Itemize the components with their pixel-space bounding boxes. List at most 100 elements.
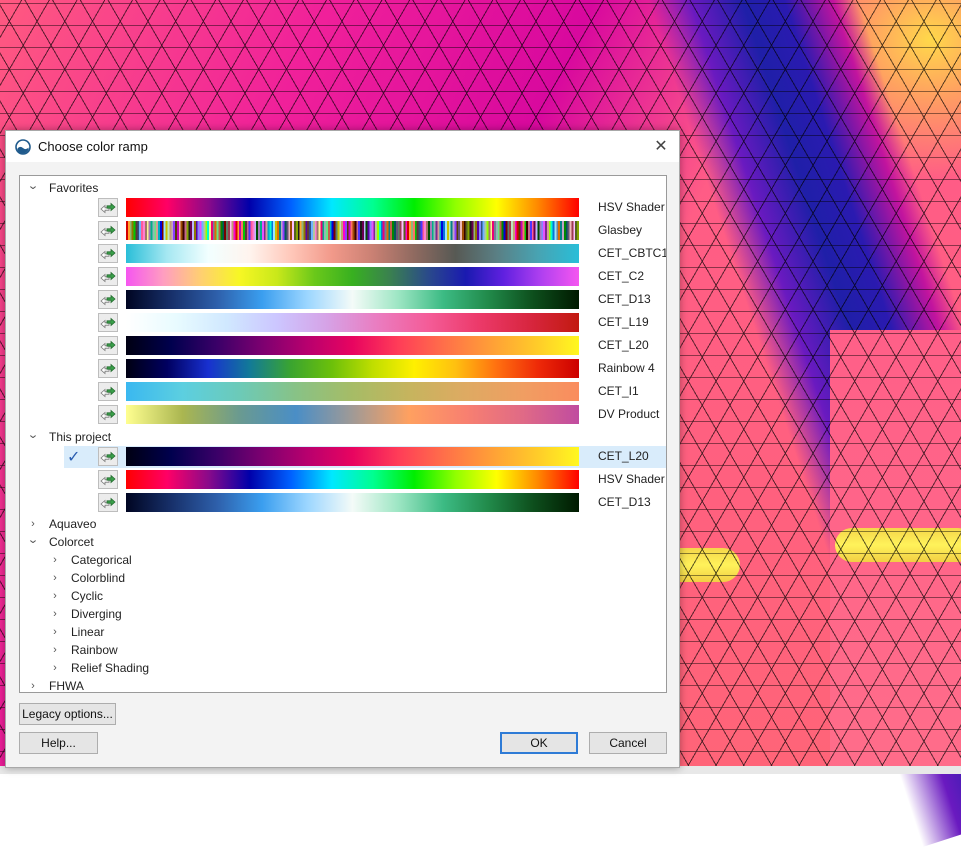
reverse-arrows-icon	[100, 386, 116, 397]
reverse-ramp-button[interactable]	[98, 336, 118, 355]
color-ramp-preview[interactable]	[126, 221, 579, 240]
color-ramp-preview[interactable]	[126, 313, 579, 332]
color-ramp-row[interactable]: HSV Shader	[20, 469, 666, 491]
color-ramp-preview[interactable]	[126, 244, 579, 263]
reverse-arrows-icon	[100, 248, 116, 259]
color-ramp-row[interactable]: CET_I1	[20, 381, 666, 403]
tree-node-fhwa[interactable]: › FHWA	[26, 677, 84, 693]
reverse-arrows-icon	[100, 451, 116, 462]
color-ramp-preview[interactable]	[126, 198, 579, 217]
reverse-arrows-icon	[100, 271, 116, 282]
color-ramp-name: Rainbow 4	[598, 361, 655, 375]
tree-node-label: FHWA	[49, 679, 84, 693]
tree-node-label: Categorical	[71, 553, 132, 567]
reverse-ramp-button[interactable]	[98, 405, 118, 424]
tree-node-label: This project	[49, 430, 112, 444]
color-ramp-tree[interactable]: ⌄ Favorites HSV Shader Glasbey CET_CBTC1 CET_…	[19, 175, 667, 693]
color-ramp-preview[interactable]	[126, 447, 579, 466]
tree-node-label: Aquaveo	[49, 517, 97, 531]
reverse-ramp-button[interactable]	[98, 359, 118, 378]
chevron-right-icon[interactable]: ›	[48, 554, 62, 566]
tree-node-linear[interactable]: › Linear	[48, 623, 104, 641]
color-ramp-name: HSV Shader	[598, 200, 665, 214]
checkmark-icon: ✓	[67, 449, 81, 466]
reverse-ramp-button[interactable]	[98, 198, 118, 217]
reverse-arrows-icon	[100, 497, 116, 508]
chevron-right-icon[interactable]: ›	[26, 518, 40, 530]
chevron-down-icon[interactable]: ⌄	[24, 428, 42, 441]
color-ramp-row[interactable]: Glasbey	[20, 220, 666, 242]
chevron-down-icon[interactable]: ⌄	[24, 533, 42, 546]
color-ramp-name: CET_D13	[598, 495, 651, 509]
reverse-ramp-button[interactable]	[98, 221, 118, 240]
chevron-down-icon[interactable]: ⌄	[24, 179, 42, 192]
tree-node-label: Cyclic	[71, 589, 103, 603]
reverse-arrows-icon	[100, 409, 116, 420]
color-ramp-preview[interactable]	[126, 405, 579, 424]
color-ramp-preview[interactable]	[126, 359, 579, 378]
color-ramp-row[interactable]: Rainbow 4	[20, 358, 666, 380]
tree-node-label: Linear	[71, 625, 105, 639]
reverse-ramp-button[interactable]	[98, 470, 118, 489]
color-ramp-preview[interactable]	[126, 336, 579, 355]
color-ramp-row[interactable]: CET_CBTC1	[20, 243, 666, 265]
color-ramp-preview[interactable]	[126, 382, 579, 401]
reverse-ramp-button[interactable]	[98, 313, 118, 332]
reverse-arrows-icon	[100, 363, 116, 374]
tree-node-colorblind[interactable]: › Colorblind	[48, 569, 125, 587]
chevron-right-icon[interactable]: ›	[48, 644, 62, 656]
tree-node-label: Favorites	[49, 181, 99, 195]
tree-node-this-project[interactable]: ⌄ This project	[26, 428, 111, 446]
tree-node-label: Rainbow	[71, 643, 118, 657]
reverse-arrows-icon	[100, 294, 116, 305]
color-ramp-preview[interactable]	[126, 470, 579, 489]
reverse-arrows-icon	[100, 340, 116, 351]
color-ramp-preview[interactable]	[126, 493, 579, 512]
tree-node-colorcet[interactable]: ⌄ Colorcet	[26, 533, 94, 551]
tree-node-diverging[interactable]: › Diverging	[48, 605, 122, 623]
reverse-ramp-button[interactable]	[98, 267, 118, 286]
tree-node-cyclic[interactable]: › Cyclic	[48, 587, 103, 605]
color-ramp-name: CET_D13	[598, 292, 651, 306]
reverse-arrows-icon	[100, 317, 116, 328]
color-ramp-row[interactable]: ✓ CET_L20	[20, 446, 666, 468]
color-ramp-row[interactable]: CET_L20	[20, 335, 666, 357]
reverse-ramp-button[interactable]	[98, 447, 118, 466]
legacy-options-button[interactable]: Legacy options...	[19, 703, 116, 725]
tree-node-rainbow[interactable]: › Rainbow	[48, 641, 118, 659]
color-ramp-row[interactable]: CET_D13	[20, 289, 666, 311]
chevron-right-icon[interactable]: ›	[48, 590, 62, 602]
color-ramp-preview[interactable]	[126, 267, 579, 286]
chevron-right-icon[interactable]: ›	[48, 662, 62, 674]
ok-button[interactable]: OK	[500, 732, 578, 754]
color-ramp-row[interactable]: CET_L19	[20, 312, 666, 334]
chevron-right-icon[interactable]: ›	[26, 680, 40, 692]
tree-node-aquaveo[interactable]: › Aquaveo	[26, 515, 96, 533]
close-icon: ✕	[654, 138, 668, 155]
chevron-right-icon[interactable]: ›	[48, 626, 62, 638]
chevron-right-icon[interactable]: ›	[48, 572, 62, 584]
reverse-ramp-button[interactable]	[98, 244, 118, 263]
cancel-button[interactable]: Cancel	[589, 732, 667, 754]
dialog-titlebar[interactable]: Choose color ramp ✕	[6, 131, 679, 162]
tree-node-label: Relief Shading	[71, 661, 150, 675]
close-button[interactable]: ✕	[649, 135, 673, 157]
color-ramp-row[interactable]: HSV Shader	[20, 197, 666, 219]
reverse-ramp-button[interactable]	[98, 290, 118, 309]
color-ramp-preview[interactable]	[126, 290, 579, 309]
tree-node-relief-shading[interactable]: › Relief Shading	[48, 659, 149, 677]
color-ramp-row[interactable]: DV Product	[20, 404, 666, 426]
tree-node-categorical[interactable]: › Categorical	[48, 551, 132, 569]
reverse-ramp-button[interactable]	[98, 493, 118, 512]
reverse-arrows-icon	[100, 474, 116, 485]
color-ramp-name: CET_L20	[598, 449, 649, 463]
color-ramp-name: Glasbey	[598, 223, 643, 237]
color-ramp-name: CET_L19	[598, 315, 649, 329]
color-ramp-row[interactable]: CET_C2	[20, 266, 666, 288]
chevron-right-icon[interactable]: ›	[48, 608, 62, 620]
color-ramp-row[interactable]: CET_D13	[20, 492, 666, 514]
tree-node-favorites[interactable]: ⌄ Favorites	[26, 179, 98, 197]
reverse-ramp-button[interactable]	[98, 382, 118, 401]
help-button[interactable]: Help...	[19, 732, 98, 754]
color-ramp-name: CET_CBTC1	[598, 246, 667, 260]
